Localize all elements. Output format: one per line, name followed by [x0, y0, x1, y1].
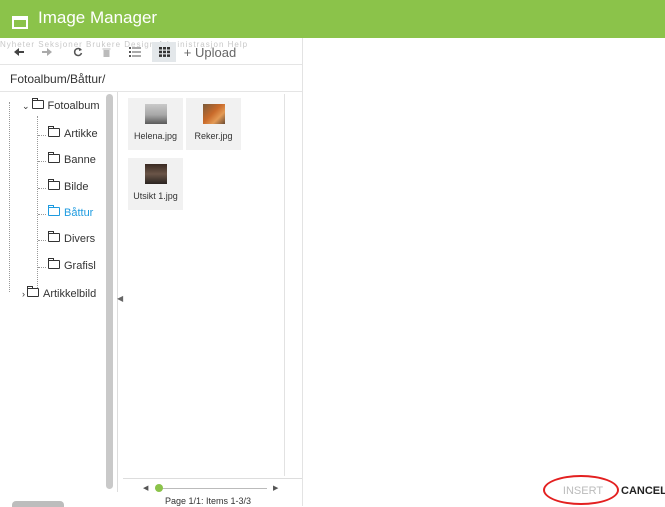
file-thumbnail-reker[interactable]: Reker.jpg — [186, 98, 241, 150]
tree-root-artikkelbilder[interactable]: › Artikkelbild — [22, 286, 96, 300]
tree-item-divers[interactable]: Divers — [48, 231, 95, 245]
file-name: Helena.jpg — [133, 131, 178, 141]
cancel-button[interactable]: CANCEL — [621, 480, 665, 502]
tree-item-battur[interactable]: Båttur — [48, 205, 93, 219]
bottom-scroll-tab[interactable] — [12, 501, 64, 507]
window-icon — [12, 16, 28, 29]
tree-item-artikke[interactable]: Artikke — [48, 126, 98, 140]
grid-scrollbar[interactable] — [284, 94, 285, 476]
pager-next-icon[interactable]: ▶ — [273, 484, 278, 492]
grid-view-icon[interactable] — [152, 42, 176, 62]
folder-icon — [31, 98, 44, 109]
back-arrow-icon[interactable] — [10, 42, 28, 62]
tree-scrollbar[interactable] — [106, 94, 113, 489]
chevron-right-icon[interactable]: › — [22, 289, 25, 299]
list-view-icon[interactable] — [124, 42, 146, 62]
file-name: Utsikt 1.jpg — [133, 191, 178, 201]
tree-root-fotoalbum[interactable]: ⌄ Fotoalbum — [22, 98, 100, 112]
trash-icon[interactable] — [98, 42, 114, 62]
pager: ◀ ▶ Page 1/1: Items 1-3/3 — [123, 478, 302, 506]
folder-icon — [48, 126, 60, 137]
file-grid: Helena.jpg Reker.jpg Utsikt 1.jpg — [123, 92, 302, 492]
tree-item-bilde[interactable]: Bilde — [48, 179, 88, 193]
file-thumbnail-helena[interactable]: Helena.jpg — [128, 98, 183, 150]
tree-item-banne[interactable]: Banne — [48, 152, 96, 166]
folder-icon — [48, 205, 60, 216]
folder-icon — [48, 231, 60, 242]
chevron-down-icon[interactable]: ⌄ — [22, 101, 30, 111]
window-title: Image Manager — [38, 8, 158, 27]
image-thumbnail — [145, 104, 167, 124]
image-thumbnail — [203, 104, 225, 124]
tree-item-grafisk[interactable]: Grafisl — [48, 258, 96, 272]
folder-tree: ⌄ Fotoalbum Artikke Banne Bilde Båttur Di… — [0, 92, 118, 492]
title-bar: Image Manager — [0, 0, 665, 38]
pager-info: Page 1/1: Items 1-3/3 — [165, 496, 252, 506]
preview-divider — [302, 38, 303, 506]
folder-icon — [27, 286, 39, 297]
pager-track[interactable] — [155, 488, 267, 489]
upload-button[interactable]: + Upload — [182, 42, 238, 62]
folder-icon — [48, 152, 60, 163]
forward-arrow-icon[interactable] — [38, 42, 56, 62]
highlight-circle — [543, 475, 619, 505]
pager-prev-icon[interactable]: ◀ — [143, 484, 148, 492]
folder-icon — [48, 258, 60, 269]
pager-slider-knob[interactable] — [155, 484, 163, 492]
refresh-icon[interactable] — [70, 42, 86, 62]
image-thumbnail — [145, 164, 167, 184]
breadcrumb: Fotoalbum/Båttur/ — [0, 64, 302, 92]
folder-icon — [48, 179, 60, 190]
file-thumbnail-utsikt[interactable]: Utsikt 1.jpg — [128, 158, 183, 210]
file-name: Reker.jpg — [194, 131, 233, 141]
